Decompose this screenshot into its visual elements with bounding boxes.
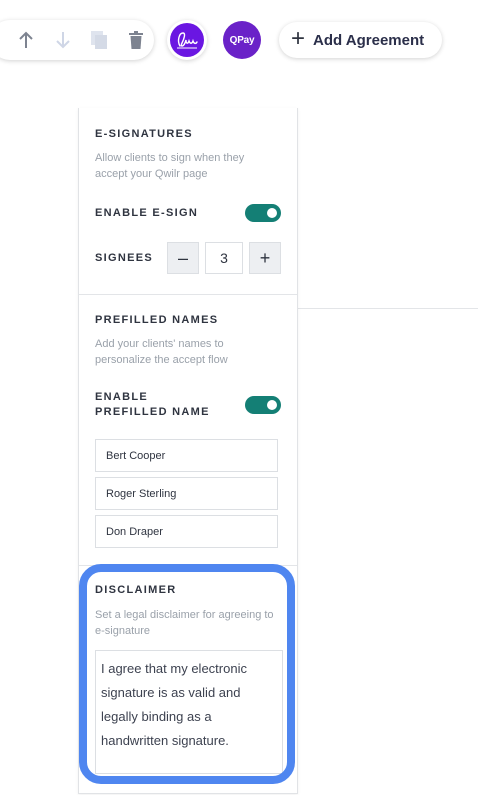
arrow-down-icon xyxy=(56,32,70,49)
prefilled-name-input[interactable]: Don Draper xyxy=(95,515,278,548)
trash-icon xyxy=(128,31,143,49)
move-up-button[interactable] xyxy=(8,20,45,60)
esignatures-title: E-SIGNATURES xyxy=(95,128,193,140)
esignatures-description: Allow clients to sign when they accept y… xyxy=(95,152,245,180)
disclaimer-title: DISCLAIMER xyxy=(95,584,177,596)
signees-count-input[interactable]: 3 xyxy=(205,242,243,274)
esign-button[interactable] xyxy=(167,20,207,60)
signees-label: SIGNEES xyxy=(95,251,154,264)
prefilled-name-input[interactable]: Bert Cooper xyxy=(95,439,278,472)
toggle-knob xyxy=(267,208,277,218)
prefilled-names-section: PREFILLED NAMES Add your clients' names … xyxy=(79,314,297,553)
enable-prefilled-toggle[interactable] xyxy=(245,396,281,414)
enable-esign-label: ENABLE E-SIGN xyxy=(95,206,199,219)
add-agreement-label: Add Agreement xyxy=(313,31,425,49)
qpay-button[interactable]: QPay xyxy=(223,21,261,59)
prefilled-names-title: PREFILLED NAMES xyxy=(95,314,219,326)
arrow-up-icon xyxy=(19,31,33,48)
copy-icon xyxy=(91,31,108,49)
enable-prefilled-row: ENABLE PREFILLED NAME xyxy=(95,390,281,420)
qpay-label: QPay xyxy=(229,34,255,46)
block-actions-toolbar xyxy=(0,20,154,60)
move-down-button[interactable] xyxy=(45,20,82,60)
section-divider xyxy=(79,294,297,295)
enable-prefilled-label: ENABLE PREFILLED NAME xyxy=(95,391,210,418)
signees-increment-button[interactable]: + xyxy=(249,242,281,274)
enable-esign-row: ENABLE E-SIGN xyxy=(95,204,281,222)
disclaimer-textarea[interactable]: I agree that my electronic signature is … xyxy=(95,650,283,774)
prefilled-names-description: Add your clients' names to personalize t… xyxy=(95,338,228,366)
signees-stepper: – 3 + xyxy=(167,242,281,274)
prefilled-names-list: Bert Cooper Roger Sterling Don Draper xyxy=(95,439,281,548)
page-divider xyxy=(298,308,478,309)
plus-icon: + xyxy=(291,25,306,52)
prefilled-name-input[interactable]: Roger Sterling xyxy=(95,477,278,510)
signees-decrement-button[interactable]: – xyxy=(167,242,199,274)
enable-esign-toggle[interactable] xyxy=(245,204,281,222)
esign-inner xyxy=(170,23,204,57)
duplicate-button[interactable] xyxy=(81,20,118,60)
toggle-knob xyxy=(267,400,277,410)
esignatures-section: E-SIGNATURES Allow clients to sign when … xyxy=(79,128,297,274)
disclaimer-section: DISCLAIMER Set a legal disclaimer for ag… xyxy=(79,584,297,639)
section-divider xyxy=(79,565,297,566)
add-agreement-button[interactable]: + Add Agreement xyxy=(279,22,442,58)
signature-icon xyxy=(177,32,198,49)
signees-row: SIGNEES – 3 + xyxy=(95,242,281,274)
delete-button[interactable] xyxy=(118,20,155,60)
disclaimer-description: Set a legal disclaimer for agreeing to e… xyxy=(95,609,274,637)
